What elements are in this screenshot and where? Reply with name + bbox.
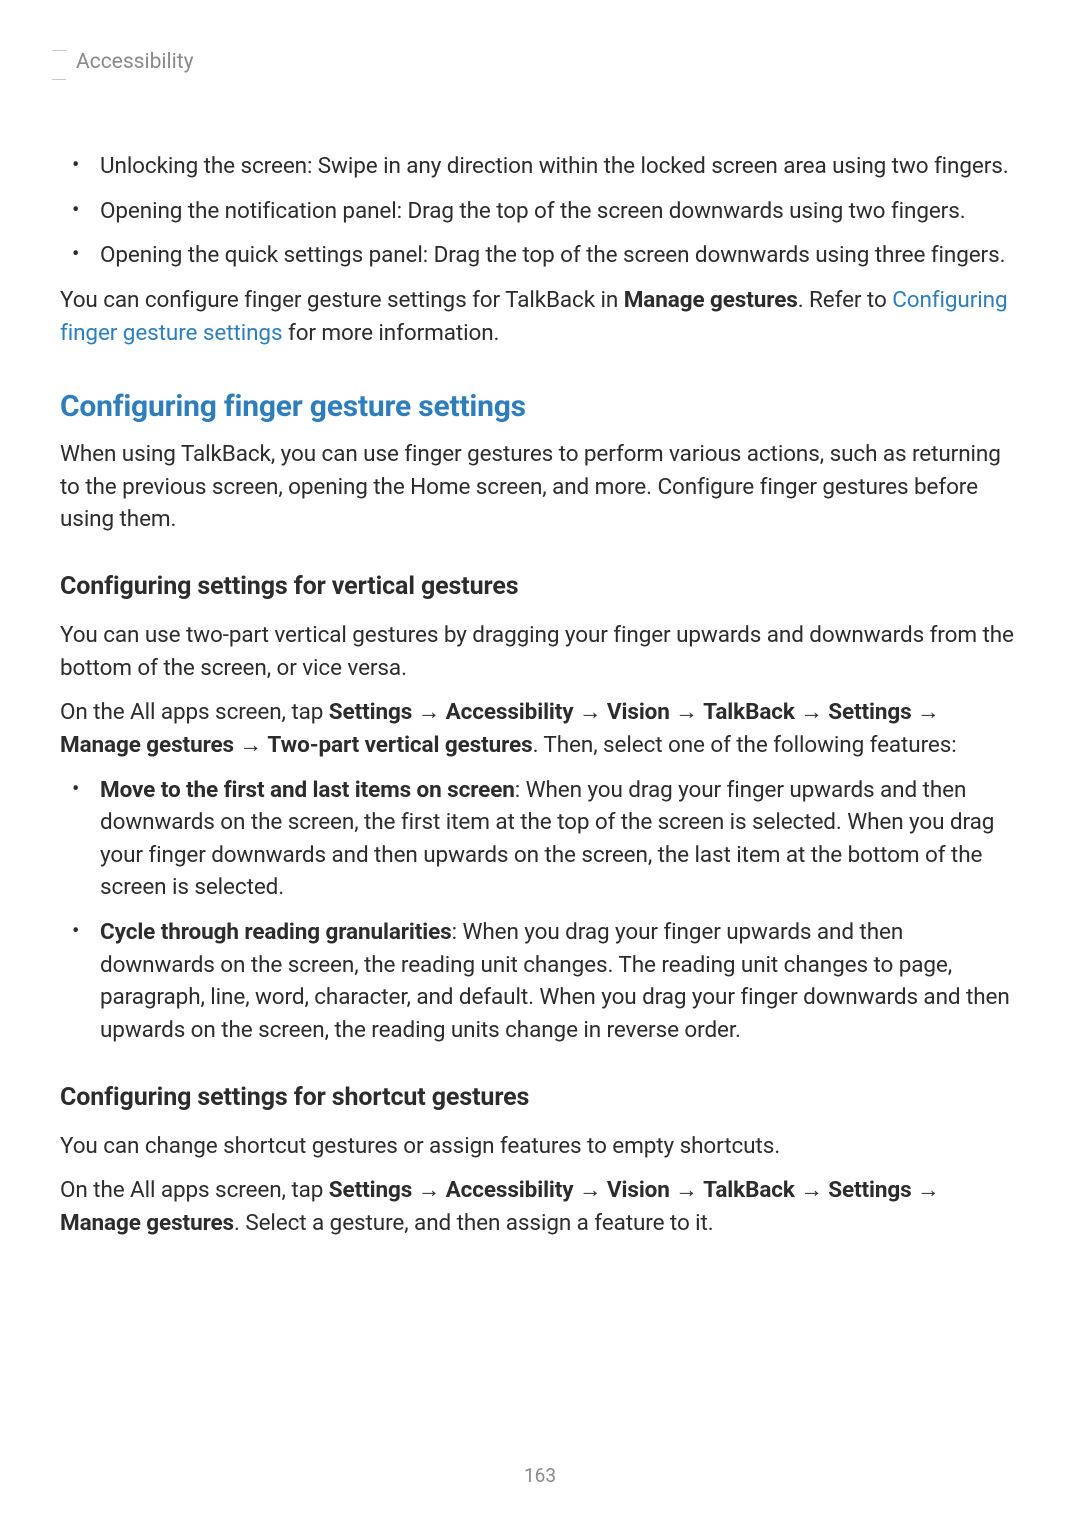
path-step: TalkBack [703,1177,795,1203]
page-number: 163 [0,1464,1080,1487]
path-step: TalkBack [703,699,795,725]
sub1-path: On the All apps screen, tap Settings → A… [60,696,1020,761]
path-step: Vision [607,1177,670,1203]
sub2-intro: You can change shortcut gestures or assi… [60,1130,1020,1163]
list-item: Opening the notification panel: Drag the… [60,195,1020,228]
sub1-intro: You can use two-part vertical gestures b… [60,619,1020,684]
text-run: for more information. [282,320,499,346]
bold-run: Move to the first and last items on scre… [100,777,515,803]
path-step: Settings [329,1177,412,1203]
arrow-icon: → [240,732,262,758]
subsection-heading-vertical: Configuring settings for vertical gestur… [60,572,1020,601]
text-run: On the All apps screen, tap [60,699,329,725]
arrow-icon: → [579,1177,601,1203]
arrow-icon: → [917,699,939,725]
arrow-icon: → [418,1177,440,1203]
path-step: Settings [329,699,412,725]
text-run: On the All apps screen, tap [60,1177,329,1203]
arrow-icon: → [800,699,822,725]
path-step: Accessibility [446,1177,574,1203]
text-run: . Select a gesture, and then assign a fe… [234,1210,714,1236]
page-content: Accessibility Unlocking the screen: Swip… [0,0,1080,1239]
sub2-path: On the All apps screen, tap Settings → A… [60,1174,1020,1239]
arrow-icon: → [418,699,440,725]
arrow-icon: → [800,1177,822,1203]
page-header: Accessibility [52,50,1020,80]
section-intro: When using TalkBack, you can use finger … [60,438,1020,536]
section-heading: Configuring finger gesture settings [60,389,1020,424]
top-paragraph: You can configure finger gesture setting… [60,284,1020,349]
text-run: . Refer to [798,287,892,313]
subsection-heading-shortcut: Configuring settings for shortcut gestur… [60,1083,1020,1112]
sub1-bullet-list: Move to the first and last items on scre… [60,774,1020,1047]
bold-run: Cycle through reading granularities [100,919,452,945]
path-step: Settings [828,1177,911,1203]
header-title: Accessibility [76,50,194,74]
arrow-icon: → [917,1177,939,1203]
text-run: . Then, select one of the following feat… [533,732,957,758]
header-ornament-icon [52,50,66,80]
list-item: Opening the quick settings panel: Drag t… [60,239,1020,272]
path-step: Vision [607,699,670,725]
path-step: Manage gestures [60,732,234,758]
path-step: Settings [828,699,911,725]
path-step: Manage gestures [60,1210,234,1236]
arrow-icon: → [579,699,601,725]
path-step: Accessibility [446,699,574,725]
list-item: Move to the first and last items on scre… [60,774,1020,905]
arrow-icon: → [675,699,697,725]
arrow-icon: → [675,1177,697,1203]
top-bullet-list: Unlocking the screen: Swipe in any direc… [60,150,1020,272]
list-item: Cycle through reading granularities: Whe… [60,916,1020,1047]
path-step: Two-part vertical gestures [267,732,532,758]
bold-run: Manage gestures [624,287,798,313]
text-run: You can configure finger gesture setting… [60,287,624,313]
list-item: Unlocking the screen: Swipe in any direc… [60,150,1020,183]
